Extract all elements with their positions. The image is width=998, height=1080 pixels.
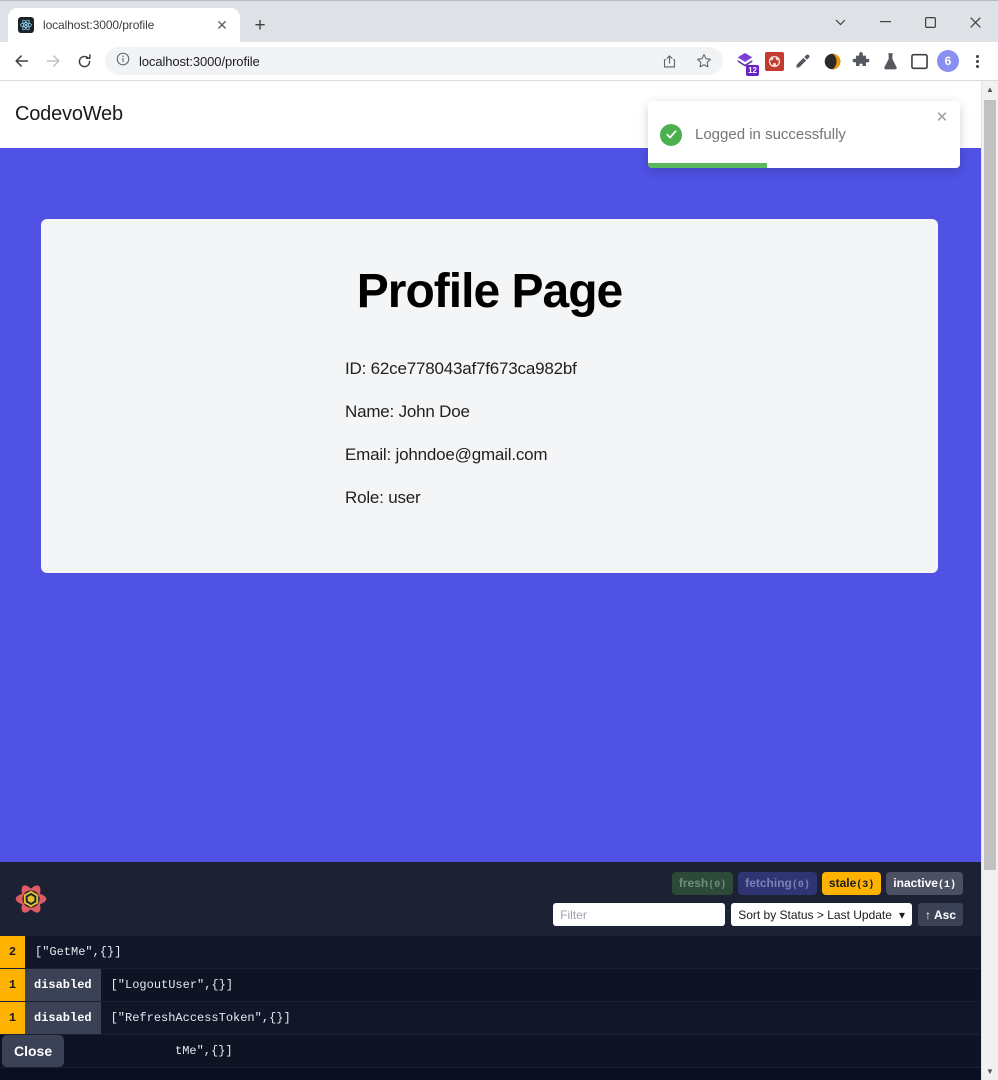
- devtools-header: fresh(0) fetching(0) stale(3) inactive(1…: [0, 862, 981, 936]
- status-label: stale: [828, 876, 857, 890]
- status-label: fetching: [745, 876, 792, 890]
- arrow-up-icon: ↑: [924, 907, 931, 922]
- query-list: 2 ["GetMe",{}] 1 disabled ["LogoutUser",…: [0, 936, 981, 1068]
- profile-field-name: Name: John Doe: [345, 402, 470, 421]
- puzzle-piece-icon[interactable]: [847, 47, 875, 75]
- flask-icon[interactable]: [876, 47, 904, 75]
- react-query-devtools-panel: fresh(0) fetching(0) stale(3) inactive(1…: [0, 862, 981, 1080]
- status-count: (0): [708, 880, 727, 891]
- address-bar-url: localhost:3000/profile: [139, 53, 260, 69]
- query-row[interactable]: 1 disabled ["LogoutUser",{}]: [0, 969, 981, 1002]
- close-window-button[interactable]: [953, 1, 998, 43]
- star-icon[interactable]: [691, 48, 717, 74]
- new-tab-button[interactable]: +: [245, 10, 275, 40]
- profile-field-role: Role: user: [345, 488, 421, 507]
- profile-field-id: ID: 62ce778043af7f673ca982bf: [345, 359, 577, 378]
- query-observer-count: 2: [0, 936, 25, 968]
- three-dots-menu-icon[interactable]: [963, 47, 991, 75]
- tab-strip: localhost:3000/profile ✕ +: [0, 0, 998, 42]
- status-label: inactive: [893, 876, 938, 890]
- web-page: CodevoWeb Logout Profile Page ID: 62ce77…: [0, 81, 981, 1080]
- status-pill-fresh[interactable]: fresh(0): [671, 872, 734, 895]
- query-row[interactable]: 1 disabled ["RefreshAccessToken",{}]: [0, 1002, 981, 1035]
- browser-window: localhost:3000/profile ✕ + localhost:300…: [0, 0, 998, 1080]
- devtools-filter-row: Filter Sort by Status > Last Update ▾ ↑ …: [553, 903, 963, 926]
- browser-toolbar: localhost:3000/profile 12 6: [0, 42, 998, 81]
- toast-progress-bar: [648, 163, 767, 168]
- success-check-icon: [660, 123, 682, 146]
- page-scrollbar[interactable]: ▲ ▼: [981, 81, 998, 1080]
- query-disabled-badge: disabled: [25, 1002, 101, 1034]
- status-filter-row: fresh(0) fetching(0) stale(3) inactive(1…: [671, 872, 963, 895]
- info-circle-icon[interactable]: [116, 52, 130, 71]
- status-count: (0): [791, 880, 810, 891]
- share-icon[interactable]: [656, 48, 682, 74]
- query-observer-count: 1: [0, 969, 25, 1001]
- query-disabled-badge: disabled: [25, 969, 101, 1001]
- sort-direction-label: Asc: [933, 907, 956, 922]
- profile-field-email: Email: johndoe@gmail.com: [345, 445, 548, 464]
- purple-extension-icon[interactable]: 12: [731, 47, 759, 76]
- reload-icon[interactable]: [69, 46, 99, 76]
- page-viewport: CodevoWeb Logout Profile Page ID: 62ce77…: [0, 81, 998, 1080]
- sort-select[interactable]: Sort by Status > Last Update ▾: [731, 903, 912, 926]
- status-label: fresh: [678, 876, 709, 890]
- query-key: ["GetMe",{}]: [35, 945, 122, 959]
- query-observer-count: 1: [0, 1002, 25, 1034]
- sort-direction-button[interactable]: ↑ Asc: [917, 903, 963, 926]
- extension-badge-count: 12: [746, 65, 759, 76]
- tab-title: localhost:3000/profile: [43, 18, 155, 32]
- scroll-down-arrow-icon[interactable]: ▼: [982, 1063, 998, 1080]
- site-brand[interactable]: CodevoWeb: [15, 103, 123, 126]
- browser-tab[interactable]: localhost:3000/profile ✕: [8, 8, 240, 42]
- query-row[interactable]: tMe",{}]: [0, 1035, 981, 1068]
- maximize-button[interactable]: [908, 1, 953, 43]
- eyedropper-icon[interactable]: [789, 47, 817, 75]
- close-icon[interactable]: ✕: [934, 109, 950, 125]
- status-pill-stale[interactable]: stale(3): [821, 872, 882, 895]
- back-arrow-icon[interactable]: [7, 46, 37, 76]
- toast-message: Logged in successfully: [695, 126, 846, 143]
- toast-notification[interactable]: Logged in successfully ✕: [648, 101, 960, 168]
- filter-input[interactable]: Filter: [553, 903, 726, 926]
- status-pill-fetching[interactable]: fetching(0): [738, 872, 817, 895]
- red-extension-icon[interactable]: [760, 47, 788, 75]
- query-key: ["LogoutUser",{}]: [110, 978, 234, 992]
- close-icon[interactable]: ✕: [213, 16, 231, 34]
- avatar-label: 6: [937, 50, 959, 72]
- scroll-up-arrow-icon[interactable]: ▲: [982, 81, 998, 98]
- address-bar[interactable]: localhost:3000/profile: [105, 47, 723, 75]
- react-logo-icon: [18, 17, 34, 33]
- query-key: ["RefreshAccessToken",{}]: [110, 1011, 291, 1025]
- sidebar-icon[interactable]: [905, 47, 933, 75]
- page-title: Profile Page: [356, 265, 623, 318]
- chevron-down-icon: ▾: [898, 907, 905, 922]
- devtools-close-button[interactable]: Close: [2, 1035, 65, 1067]
- status-count: (3): [856, 880, 875, 891]
- query-row[interactable]: 2 ["GetMe",{}]: [0, 936, 981, 969]
- profile-card: Profile Page ID: 62ce778043af7f673ca982b…: [41, 219, 938, 573]
- status-count: (1): [937, 880, 956, 891]
- window-controls: [818, 1, 998, 43]
- minimize-button[interactable]: [863, 1, 908, 43]
- profile-avatar[interactable]: 6: [934, 47, 962, 75]
- devtools-controls: fresh(0) fetching(0) stale(3) inactive(1…: [553, 872, 963, 926]
- react-query-logo-icon[interactable]: [8, 876, 54, 922]
- status-pill-inactive[interactable]: inactive(1): [886, 872, 963, 895]
- forward-arrow-icon[interactable]: [38, 46, 68, 76]
- sass-icon[interactable]: [818, 47, 846, 75]
- chrome-menu-chevron[interactable]: [818, 1, 863, 43]
- scrollbar-thumb[interactable]: [984, 100, 996, 870]
- sort-select-value: Sort by Status > Last Update: [738, 907, 892, 922]
